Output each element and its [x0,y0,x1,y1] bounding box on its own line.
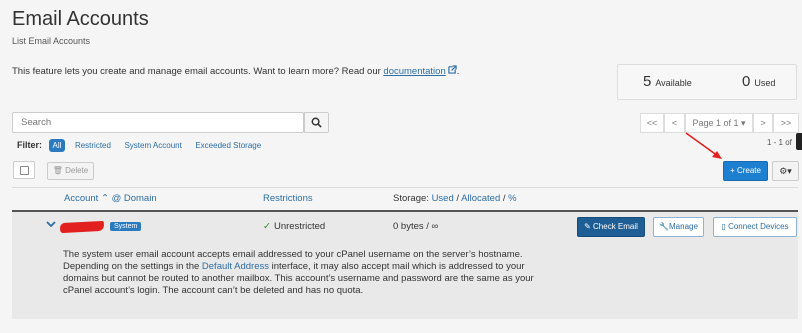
check-email-button[interactable]: ✎ Check Email [577,217,645,237]
delete-label: Delete [65,166,89,175]
documentation-link[interactable]: documentation [383,66,445,77]
connect-devices-button[interactable]: ▯ Connect Devices [713,217,797,237]
manage-button[interactable]: 🔧Manage [653,217,704,237]
search-icon [311,117,322,128]
results-range: 1 - 1 of [767,138,792,147]
intro-sentence: This feature lets you create and manage … [12,66,381,77]
first-page-button[interactable]: << [640,113,664,133]
edit-icon: ✎ [584,222,591,231]
select-all-checkbox[interactable] [13,161,35,179]
create-button[interactable]: + Create [723,161,768,181]
header-storage-sep2: / [502,193,506,204]
gear-caret: ▾ [787,166,792,176]
system-badge: System [110,222,142,231]
available-count: 5 [643,73,652,90]
mobile-device-icon: ▯ [721,222,726,231]
page-subtitle: List Email Accounts [12,36,91,46]
connect-devices-label: Connect Devices [728,222,789,231]
annotation-arrow [685,132,722,159]
header-domain-label[interactable]: @ Domain [112,193,157,204]
delete-button[interactable]: 🗑 Delete [47,162,94,180]
filter-bar: Filter: All Restricted System Account Ex… [17,139,272,152]
intro-period: . [456,66,460,77]
filter-system-account[interactable]: System Account [124,141,181,150]
restriction-label: Unrestricted [273,221,326,232]
system-account-description: The system user email account accepts em… [63,249,543,297]
account-stats-panel: 5 Available 0 Used [617,64,797,100]
filter-label: Filter: [17,140,43,150]
external-link-icon [448,65,457,74]
header-restrictions[interactable]: Restrictions [263,193,313,204]
chevron-down-icon[interactable] [46,220,56,228]
check-icon: ✓ [263,221,271,232]
checkbox-box [20,166,29,175]
storage-value: 0 bytes / ∞ [393,221,439,232]
last-page-button[interactable]: >> [773,113,799,133]
header-storage: Storage: Used / Allocated / % [393,193,517,204]
default-address-link[interactable]: Default Address [202,261,269,272]
header-storage-percent[interactable]: % [508,193,516,204]
next-page-button[interactable]: > [753,113,773,133]
header-storage-prefix: Storage: [393,193,429,204]
chevron-down-icon: ▾ [738,118,746,128]
wrench-icon: 🔧 [659,222,670,231]
restriction-status: ✓ Unrestricted [263,221,325,232]
page-title: Email Accounts [12,8,149,30]
page-label: Page 1 of 1 [692,118,739,128]
available-label: Available [655,78,692,88]
header-account[interactable]: Account ⌃ @ Domain [64,193,157,204]
used-stat: 0 Used [742,73,775,90]
filter-restricted[interactable]: Restricted [75,141,111,150]
trash-icon: 🗑 [52,166,63,175]
header-account-label[interactable]: Account [64,193,98,204]
used-label: Used [754,78,776,88]
check-email-label: Check Email [593,222,638,231]
header-storage-allocated[interactable]: Allocated [461,193,500,204]
table-top-border [12,187,798,188]
filter-all[interactable]: All [48,139,66,152]
edge-element [796,133,802,150]
header-storage-used[interactable]: Used [432,193,454,204]
available-stat: 5 Available [643,73,692,90]
header-storage-sep1: / [456,193,460,204]
manage-label: Manage [669,222,698,231]
intro-text: This feature lets you create and manage … [12,65,459,77]
settings-dropdown-button[interactable]: ⚙▾ [772,161,799,181]
search-button[interactable] [304,112,329,133]
used-count: 0 [742,73,751,90]
sort-up-icon: ⌃ [98,193,112,204]
filter-exceeded-storage[interactable]: Exceeded Storage [195,141,261,150]
search-input[interactable] [12,112,304,133]
